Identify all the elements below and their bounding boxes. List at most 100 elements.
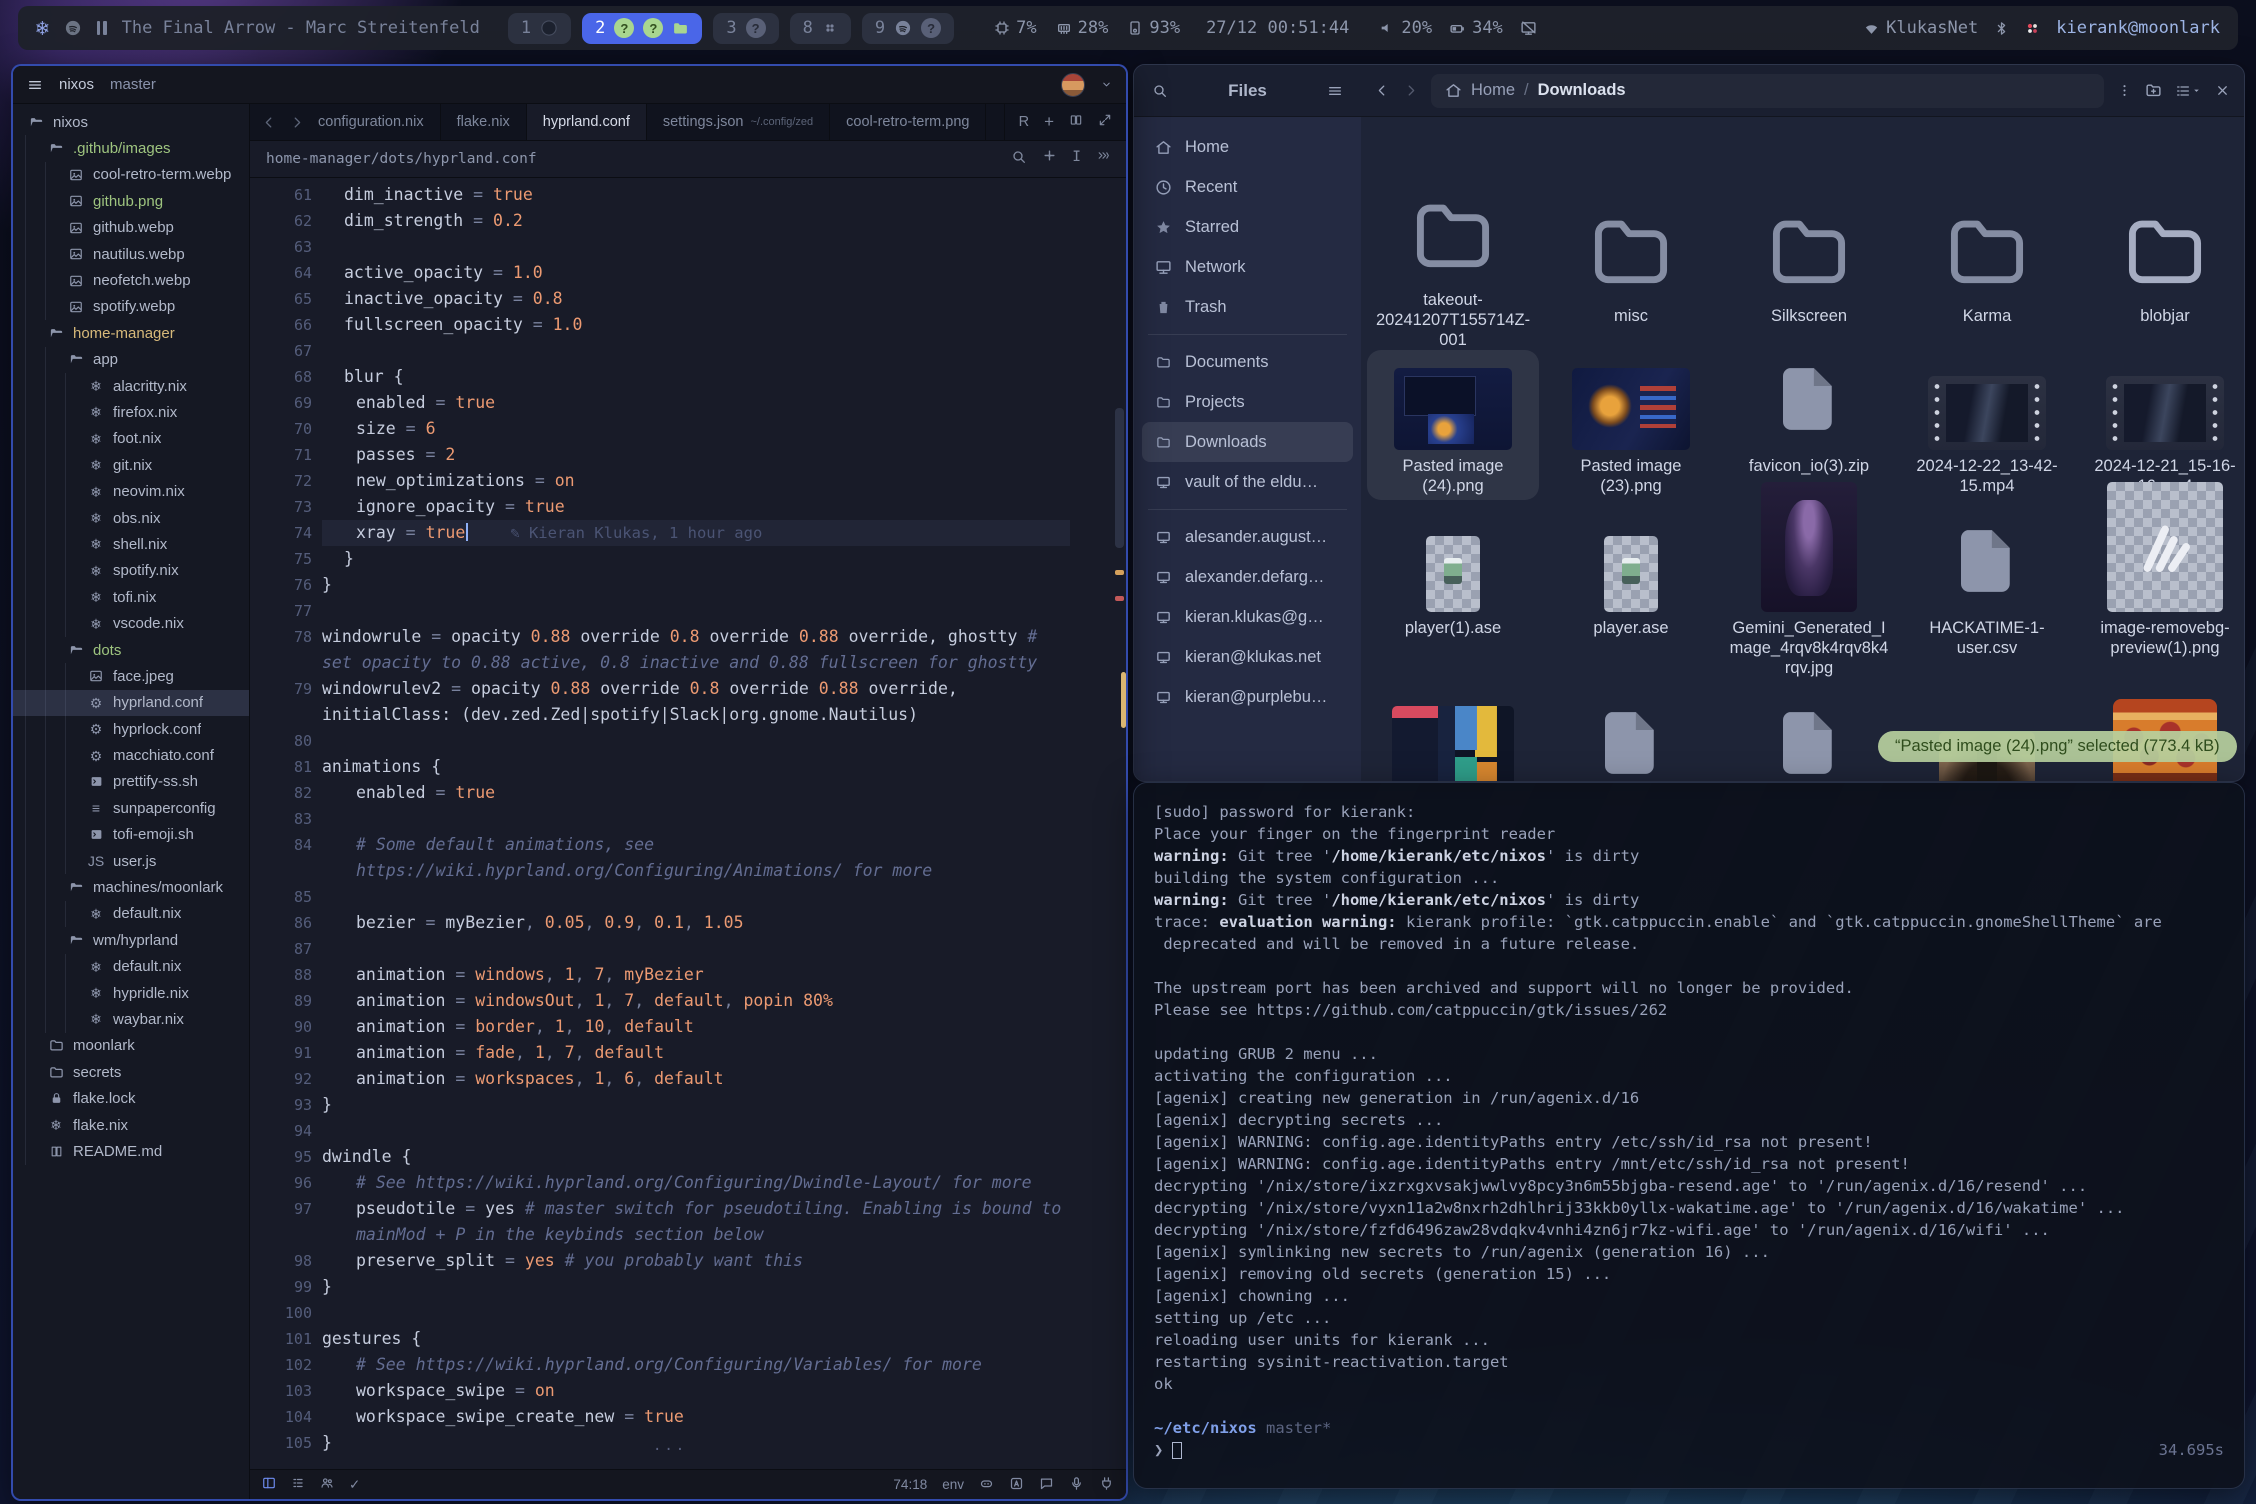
code-line-105[interactable]: 105} (322, 1430, 1070, 1456)
tree-item-machines-moonlark[interactable]: machines/moonlark (13, 874, 249, 900)
nixos-logo-icon[interactable]: ❄ (36, 18, 49, 39)
inline-assist-icon[interactable] (1043, 149, 1056, 169)
code-line-81[interactable]: 81animations { (322, 754, 1070, 780)
code-line-99[interactable]: 99} (322, 1274, 1070, 1300)
file-item-favicon-io-3-zip[interactable]: favicon_io(3).zip (1723, 350, 1895, 500)
code-line-67[interactable]: 67 (322, 338, 1070, 364)
code-line-76[interactable]: 76} (322, 572, 1070, 598)
code-line-80[interactable]: 80 (322, 728, 1070, 754)
code-line-66[interactable]: 66fullscreen_opacity = 1.0 (322, 312, 1070, 338)
tree-item-vscode-nix[interactable]: ❄vscode.nix (13, 610, 249, 636)
file-item-misc[interactable]: misc (1545, 129, 1717, 350)
code-line-86[interactable]: 86bezier = myBezier, 0.05, 0.9, 0.1, 1.0… (322, 910, 1070, 936)
code-line-78[interactable]: 78windowrule = opacity 0.88 override 0.8… (322, 624, 1070, 676)
sidebar-item-downloads[interactable]: Downloads (1142, 422, 1353, 462)
sidebar-item-home[interactable]: Home (1142, 127, 1353, 167)
hamburger-menu-icon[interactable] (1327, 83, 1343, 99)
sidebar-item-starred[interactable]: Starred (1142, 207, 1353, 247)
file-item-doubloonleaderboard-csv[interactable]: DoubloonLeaderboard.csv (1545, 705, 1717, 782)
tree-item-app[interactable]: app (13, 347, 249, 373)
path-bar[interactable]: Home / Downloads (1431, 74, 2104, 108)
code-line-71[interactable]: 71passes = 2 (322, 442, 1070, 468)
code-line-62[interactable]: 62dim_strength = 0.2 (322, 208, 1070, 234)
code-line-100[interactable]: 100 (322, 1300, 1070, 1326)
code-line-74[interactable]: 74xray = true✎ Kieran Klukas, 1 hour ago (322, 520, 1070, 546)
split-pane-icon[interactable] (1069, 113, 1083, 131)
code-line-102[interactable]: 102# See https://wiki.hyprland.org/Confi… (322, 1352, 1070, 1378)
code-line-69[interactable]: 69enabled = true (322, 390, 1070, 416)
chat-icon[interactable] (1039, 1476, 1054, 1494)
copilot-icon[interactable] (979, 1476, 994, 1494)
sidebar-item-vault-of-the-eldu-[interactable]: vault of the eldu… (1142, 462, 1353, 502)
tree-item-git-nix[interactable]: ❄git.nix (13, 452, 249, 478)
file-item-pasted-image-23-png[interactable]: Pasted image (23).png (1545, 350, 1717, 500)
file-item-karma[interactable]: Karma (1901, 129, 2073, 350)
breadcrumb[interactable]: home-manager/dots/hyprland.conf (266, 151, 537, 167)
code-line-84[interactable]: 84# Some default animations, see https:/… (322, 832, 1070, 884)
tree-item-macchiato-conf[interactable]: ⚙macchiato.conf (13, 742, 249, 768)
tree-item-face-jpeg[interactable]: face.jpeg (13, 663, 249, 689)
outline-panel-icon[interactable] (291, 1476, 305, 1493)
tree-item--github-images[interactable]: .github/images (13, 135, 249, 161)
code-editor[interactable]: 61dim_inactive = true62dim_strength = 0.… (250, 178, 1126, 1469)
code-line-75[interactable]: 75} (322, 546, 1070, 572)
code-line-89[interactable]: 89animation = windowsOut, 1, 7, default,… (322, 988, 1070, 1014)
pause-icon[interactable] (97, 21, 107, 35)
workspace-8[interactable]: 8 (790, 13, 851, 44)
file-item-ca-crt[interactable]: ca.crt (1723, 705, 1895, 782)
code-line-94[interactable]: 94 (322, 1118, 1070, 1144)
sidebar-item-network[interactable]: Network (1142, 247, 1353, 287)
search-icon[interactable] (1152, 83, 1168, 99)
code-line-72[interactable]: 72new_optimizations = on (322, 468, 1070, 494)
tree-item-flake-lock[interactable]: flake.lock (13, 1085, 249, 1111)
file-item-pasted-image-24-png[interactable]: Pasted image (24).png (1367, 350, 1539, 500)
tree-item-readme-md[interactable]: README.md (13, 1138, 249, 1164)
sidebar-item-alexander-defarg-[interactable]: alexander.defarg… (1142, 557, 1353, 597)
tree-item-prettify-ss-sh[interactable]: prettify-ss.sh (13, 769, 249, 795)
code-line-97[interactable]: 97pseudotile = yes # master switch for p… (322, 1196, 1070, 1248)
code-line-61[interactable]: 61dim_inactive = true (322, 182, 1070, 208)
code-line-73[interactable]: 73ignore_opacity = true (322, 494, 1070, 520)
tree-item-github-webp[interactable]: github.webp (13, 215, 249, 241)
avatar[interactable] (1061, 73, 1085, 97)
battery-stat[interactable]: 34% (1449, 18, 1503, 38)
tree-item-hypridle-nix[interactable]: ❄hypridle.nix (13, 980, 249, 1006)
file-item-wrapped-png[interactable]: wrapped.png (1367, 705, 1539, 782)
tree-item-moonlark[interactable]: moonlark (13, 1033, 249, 1059)
language-icon[interactable] (1009, 1476, 1024, 1494)
tree-item-nixos[interactable]: nixos (13, 109, 249, 135)
new-folder-icon[interactable] (2145, 82, 2162, 99)
tree-item-neofetch-webp[interactable]: neofetch.webp (13, 267, 249, 293)
app-menu-icon[interactable] (27, 77, 43, 93)
screen-stat[interactable] (1520, 20, 1543, 37)
diagnostics-check-icon[interactable]: ✓ (349, 1477, 360, 1493)
repl-button[interactable]: R (1019, 114, 1029, 130)
back-icon[interactable] (1375, 83, 1390, 98)
tab-flake-nix[interactable]: flake.nix (441, 104, 527, 140)
code-line-96[interactable]: 96# See https://wiki.hyprland.org/Config… (322, 1170, 1070, 1196)
tree-item-wm-hyprland[interactable]: wm/hyprland (13, 927, 249, 953)
code-line-88[interactable]: 88animation = windows, 1, 7, myBezier (322, 962, 1070, 988)
volume-stat[interactable]: 20% (1379, 18, 1432, 38)
edit-mode-icon[interactable]: I (1072, 149, 1081, 169)
wifi-module[interactable]: KlukasNet (1863, 18, 1978, 38)
code-line-63[interactable]: 63 (322, 234, 1070, 260)
bluetooth-icon[interactable] (1994, 21, 2009, 36)
code-line-92[interactable]: 92animation = workspaces, 1, 6, default (322, 1066, 1070, 1092)
code-line-98[interactable]: 98preserve_split = yes # you probably wa… (322, 1248, 1070, 1274)
cursor-position[interactable]: 74:18 (893, 1477, 927, 1492)
code-line-103[interactable]: 103workspace_swipe = on (322, 1378, 1070, 1404)
tab-settings-json[interactable]: settings.json~/.config/zed (647, 104, 830, 140)
code-line-70[interactable]: 70size = 6 (322, 416, 1070, 442)
tree-item-spotify-nix[interactable]: ❄spotify.nix (13, 558, 249, 584)
terminal-window[interactable]: [sudo] password for kierank:Place your f… (1133, 782, 2245, 1489)
file-item-player-1-ase[interactable]: player(1).ase (1367, 500, 1539, 705)
file-item-takeout-20241207t155714z-001[interactable]: takeout-20241207T155714Z-001 (1367, 129, 1539, 350)
close-icon[interactable] (2215, 83, 2230, 98)
code-line-77[interactable]: 77 (322, 598, 1070, 624)
new-tab-button[interactable]: + (1044, 112, 1054, 132)
workspace-1[interactable]: 1 (508, 13, 571, 44)
tab-hyprland-conf[interactable]: hyprland.conf (527, 104, 647, 140)
kebab-menu-icon[interactable] (2117, 83, 2132, 98)
project-name[interactable]: nixos (59, 76, 94, 93)
